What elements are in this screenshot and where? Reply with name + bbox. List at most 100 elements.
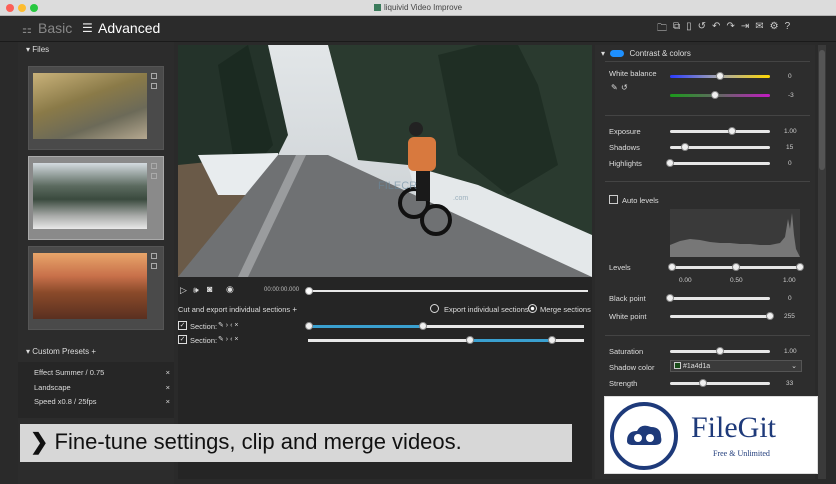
white-balance-temp-slider[interactable] (670, 72, 770, 80)
section-range-2[interactable] (308, 336, 584, 344)
slider-knob[interactable] (666, 159, 674, 167)
slider-knob[interactable] (699, 379, 707, 387)
eye-icon[interactable]: ◉ (226, 284, 234, 295)
highlights-label: Highlights (609, 159, 642, 168)
file-thumbnail-3[interactable] (28, 246, 164, 330)
reset-icon[interactable]: ↺ (698, 21, 706, 38)
custom-presets-header[interactable]: ▾ Custom Presets + (18, 344, 174, 360)
info-icon[interactable] (151, 83, 157, 89)
export-icon[interactable]: ⇥ (741, 21, 749, 38)
toggle-switch[interactable] (610, 50, 625, 57)
delete-icon[interactable] (151, 73, 157, 79)
divider (605, 61, 810, 62)
timeline-slider[interactable] (305, 287, 588, 295)
levels-black-knob[interactable] (668, 263, 676, 271)
divider (605, 181, 810, 182)
range-start-knob[interactable] (466, 336, 474, 344)
add-section-icon[interactable]: + (290, 305, 297, 314)
volume-icon[interactable]: 🕪 (193, 285, 199, 296)
add-preset-icon[interactable]: + (89, 347, 96, 356)
watermark-text: FILECR (378, 180, 417, 192)
highlights-slider[interactable] (666, 159, 770, 167)
remove-preset-icon[interactable]: × (166, 368, 170, 377)
strength-slider[interactable] (670, 379, 770, 387)
wb-tint-value: -3 (788, 92, 794, 99)
advanced-mode-tab[interactable]: Advanced (98, 20, 160, 36)
redo-icon[interactable]: ↷ (726, 21, 734, 38)
remove-preset-icon[interactable]: × (166, 383, 170, 392)
slider-knob[interactable] (666, 294, 674, 302)
section-range-1[interactable] (305, 322, 584, 330)
exposure-slider[interactable] (670, 127, 770, 135)
levels-tick: 0.00 (679, 277, 692, 284)
wb-temp-value: 0 (788, 73, 792, 80)
section-checkbox[interactable]: ✓ (178, 321, 187, 330)
slider-knob[interactable] (728, 127, 736, 135)
info-icon[interactable] (151, 263, 157, 269)
exposure-label: Exposure (609, 127, 641, 136)
delete-icon[interactable] (151, 163, 157, 169)
remove-preset-icon[interactable]: × (166, 397, 170, 406)
section-controls-icon[interactable]: ✎ › ‹ × (218, 335, 238, 343)
shadow-color-dropdown[interactable]: #1a4d1a ⌄ (670, 360, 802, 372)
mail-icon[interactable]: ✉ (755, 21, 763, 38)
video-preview[interactable]: FILECR .com (178, 45, 592, 277)
gear-icon[interactable]: ⚙ (770, 21, 779, 38)
white-point-slider[interactable] (670, 312, 774, 320)
scroll-thumb[interactable] (819, 50, 825, 170)
reset-wb-icon[interactable]: ↺ (621, 83, 628, 92)
export-individual-radio[interactable] (430, 304, 439, 313)
section-checkbox[interactable]: ✓ (178, 335, 187, 344)
auto-levels-label: Auto levels (622, 196, 659, 205)
slider-knob[interactable] (681, 143, 689, 151)
range-end-knob[interactable] (548, 336, 556, 344)
section-controls-icon[interactable]: ✎ › ‹ × (218, 321, 238, 329)
levels-white-knob[interactable] (796, 263, 804, 271)
file-thumbnail-1[interactable] (28, 66, 164, 150)
white-balance-label: White balance (609, 69, 657, 78)
files-header[interactable]: ▾ Files (18, 42, 174, 58)
eyedropper-icon[interactable]: ✎ (611, 83, 618, 92)
white-balance-tint-slider[interactable] (670, 91, 770, 99)
section-row-1: ✓ Section: ✎ › ‹ × (178, 321, 592, 333)
logo-tagline: Free & Unlimited (713, 449, 770, 458)
contrast-colors-header[interactable]: ▾ Contrast & colors (601, 49, 691, 58)
strength-label: Strength (609, 379, 638, 388)
slider-knob[interactable] (711, 91, 719, 99)
basic-mode-tab[interactable]: Basic (38, 20, 72, 36)
preset-item[interactable]: Speed x0.8 / 25fps × (34, 397, 170, 406)
paste-icon[interactable]: ▯ (686, 21, 692, 38)
shadows-slider[interactable] (670, 143, 770, 151)
slider-knob[interactable] (766, 312, 774, 320)
merge-sections-radio[interactable] (528, 304, 537, 313)
range-fill (308, 325, 423, 328)
preset-item[interactable]: Landscape × (34, 383, 170, 392)
thumbnail-image (33, 253, 147, 319)
left-panel: ▾ Files ▾ Custom Presets + Effect Summer… (18, 42, 174, 484)
range-start-knob[interactable] (305, 322, 313, 330)
slider-knob[interactable] (716, 72, 724, 80)
preset-item[interactable]: Effect Summer / 0.75 × (34, 368, 170, 377)
play-icon[interactable]: ▷ (180, 285, 187, 296)
saturation-slider[interactable] (670, 347, 770, 355)
exposure-value: 1.00 (784, 128, 797, 135)
slider-knob[interactable] (716, 347, 724, 355)
right-scrollbar[interactable] (818, 45, 826, 479)
shadows-label: Shadows (609, 143, 640, 152)
range-end-knob[interactable] (419, 322, 427, 330)
levels-slider[interactable] (668, 263, 804, 271)
timeline-knob[interactable] (305, 287, 313, 295)
auto-levels-checkbox[interactable] (609, 195, 618, 204)
chevron-right-icon: ❯ (30, 429, 55, 454)
undo-icon[interactable]: ↶ (712, 21, 720, 38)
camera-icon[interactable]: ◙ (207, 284, 212, 294)
info-icon[interactable] (151, 173, 157, 179)
help-icon[interactable]: ? (785, 21, 791, 38)
delete-icon[interactable] (151, 253, 157, 259)
black-point-slider[interactable] (666, 294, 770, 302)
file-thumbnail-2[interactable] (28, 156, 164, 240)
copy-icon[interactable]: ⧉ (673, 21, 680, 38)
folder-icon[interactable]: 🗀 (657, 21, 667, 38)
saturation-label: Saturation (609, 347, 644, 356)
levels-mid-knob[interactable] (732, 263, 740, 271)
